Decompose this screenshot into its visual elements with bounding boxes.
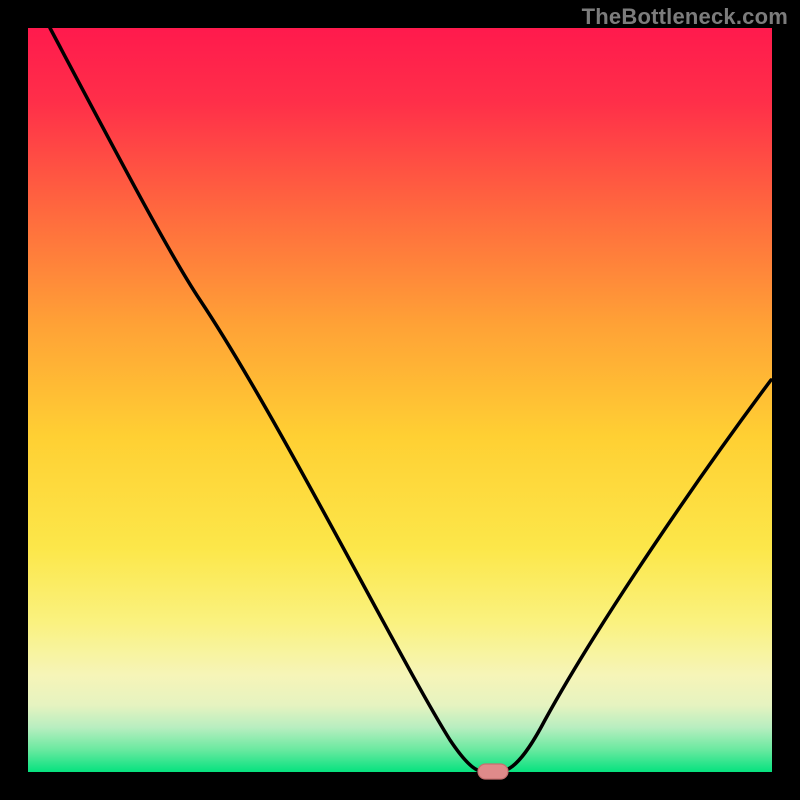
watermark-text: TheBottleneck.com <box>582 4 788 30</box>
chart-plot-area <box>28 28 772 772</box>
chart-container: TheBottleneck.com <box>0 0 800 800</box>
optimal-point-marker <box>478 764 508 779</box>
bottleneck-chart <box>0 0 800 800</box>
